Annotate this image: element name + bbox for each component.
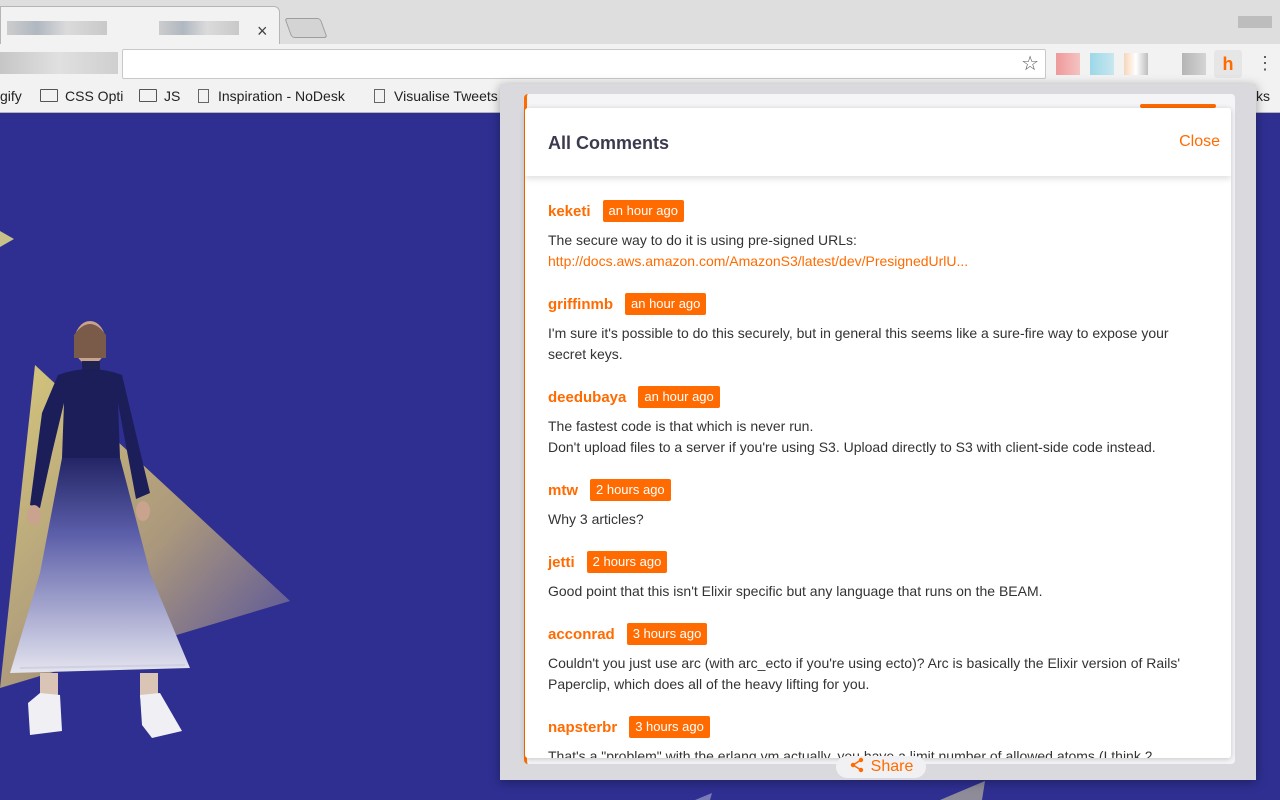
profile-blurred[interactable] xyxy=(1238,16,1272,28)
tab-title-blurred xyxy=(159,21,239,35)
comment-text: Couldn't you just use arc (with arc_ecto… xyxy=(548,655,1181,692)
share-label: Share xyxy=(870,758,914,775)
comments-panel: All Comments Close keketi an hour ago The… xyxy=(525,108,1231,758)
comment-username[interactable]: acconrad xyxy=(548,626,615,643)
comment-text: I'm sure it's possible to do this secure… xyxy=(548,325,1169,362)
bookmark-label: Visualise Tweets xyxy=(394,88,498,104)
folder-icon xyxy=(40,89,58,102)
active-tab[interactable]: × xyxy=(0,6,280,45)
comment-text: Why 3 articles? xyxy=(548,511,644,527)
comment-time-badge[interactable]: an hour ago xyxy=(638,386,720,408)
comment-text: The fastest code is that which is never … xyxy=(548,418,814,434)
comment-item: deedubaya an hour ago The fastest code is… xyxy=(548,386,1208,458)
new-tab-button[interactable] xyxy=(284,18,328,38)
bookmark-label: gify xyxy=(0,88,22,104)
comment-item: jetti 2 hours ago Good point that this is… xyxy=(548,551,1208,602)
tab-title-blurred xyxy=(7,21,107,35)
comment-item: mtw 2 hours ago Why 3 articles? xyxy=(548,479,1208,530)
folder-icon xyxy=(139,89,157,102)
comment-item: keketi an hour ago The secure way to do i… xyxy=(548,200,1208,272)
bookmark-folder[interactable]: CSS Opti xyxy=(40,87,123,105)
browser-menu-icon[interactable]: ⋮ xyxy=(1256,50,1274,76)
close-button[interactable]: Close xyxy=(1179,133,1220,151)
extension-icon[interactable] xyxy=(1182,53,1206,75)
triangle-shape xyxy=(695,793,712,800)
comment-username[interactable]: jetti xyxy=(548,554,575,571)
comment-text: The secure way to do it is using pre-sig… xyxy=(548,232,857,248)
comment-time-badge[interactable]: 2 hours ago xyxy=(586,551,668,573)
triangle-shape xyxy=(940,781,985,800)
bookmark-label: JS xyxy=(164,88,181,104)
comment-time-badge[interactable]: an hour ago xyxy=(602,200,684,222)
comment-username[interactable]: deedubaya xyxy=(548,389,626,406)
comment-time-badge[interactable]: an hour ago xyxy=(625,293,707,315)
comment-text: Good point that this isn't Elixir specif… xyxy=(548,583,1043,599)
bookmark-label: CSS Opti xyxy=(65,88,124,104)
nav-buttons-blurred xyxy=(0,52,118,74)
comment-time-badge[interactable]: 2 hours ago xyxy=(590,479,671,501)
bookmark-item[interactable]: gify xyxy=(0,87,22,105)
bookmark-star-icon[interactable]: ☆ xyxy=(1021,52,1039,76)
bookmark-item[interactable]: Visualise Tweets xyxy=(374,87,498,105)
comment-item: griffinmb an hour ago I'm sure it's possi… xyxy=(548,293,1208,365)
bookmark-label: Inspiration - NoDesk xyxy=(218,88,345,104)
extension-icon[interactable] xyxy=(1090,53,1114,75)
tab-strip: × xyxy=(0,0,1280,45)
comment-time-badge[interactable]: 3 hours ago xyxy=(626,623,708,645)
page-icon xyxy=(374,89,385,103)
comment-username[interactable]: keketi xyxy=(548,203,591,220)
address-bar[interactable]: ☆ xyxy=(122,49,1046,79)
other-bookmarks[interactable]: ks xyxy=(1256,88,1270,104)
comment-item: acconrad 3 hours ago Couldn't you just us… xyxy=(548,623,1208,695)
comment-link[interactable]: http://docs.aws.amazon.com/AmazonS3/late… xyxy=(548,251,1208,272)
comment-text: Don't upload files to a server if you're… xyxy=(548,439,1156,455)
share-icon xyxy=(850,757,863,773)
extension-icon[interactable] xyxy=(1056,53,1080,75)
comments-header: All Comments Close xyxy=(525,108,1231,176)
comment-username[interactable]: griffinmb xyxy=(548,296,613,313)
hacker-news-extension-icon[interactable]: h xyxy=(1214,50,1242,78)
tab-close-icon[interactable]: × xyxy=(257,21,268,41)
comments-list[interactable]: keketi an hour ago The secure way to do i… xyxy=(525,180,1231,758)
panel-title: All Comments xyxy=(548,133,670,153)
comment-username[interactable]: napsterbr xyxy=(548,719,617,736)
comment-item: napsterbr 3 hours ago That's a "problem" … xyxy=(548,716,1208,758)
page-icon xyxy=(198,89,209,103)
extension-icon[interactable] xyxy=(1124,53,1148,75)
bookmark-item[interactable]: Inspiration - NoDesk xyxy=(198,87,345,105)
comment-username[interactable]: mtw xyxy=(548,482,578,499)
share-button[interactable]: Share xyxy=(836,756,926,778)
bookmark-folder[interactable]: JS xyxy=(139,87,180,105)
comment-time-badge[interactable]: 3 hours ago xyxy=(629,716,710,738)
triangle-shape xyxy=(0,231,14,247)
